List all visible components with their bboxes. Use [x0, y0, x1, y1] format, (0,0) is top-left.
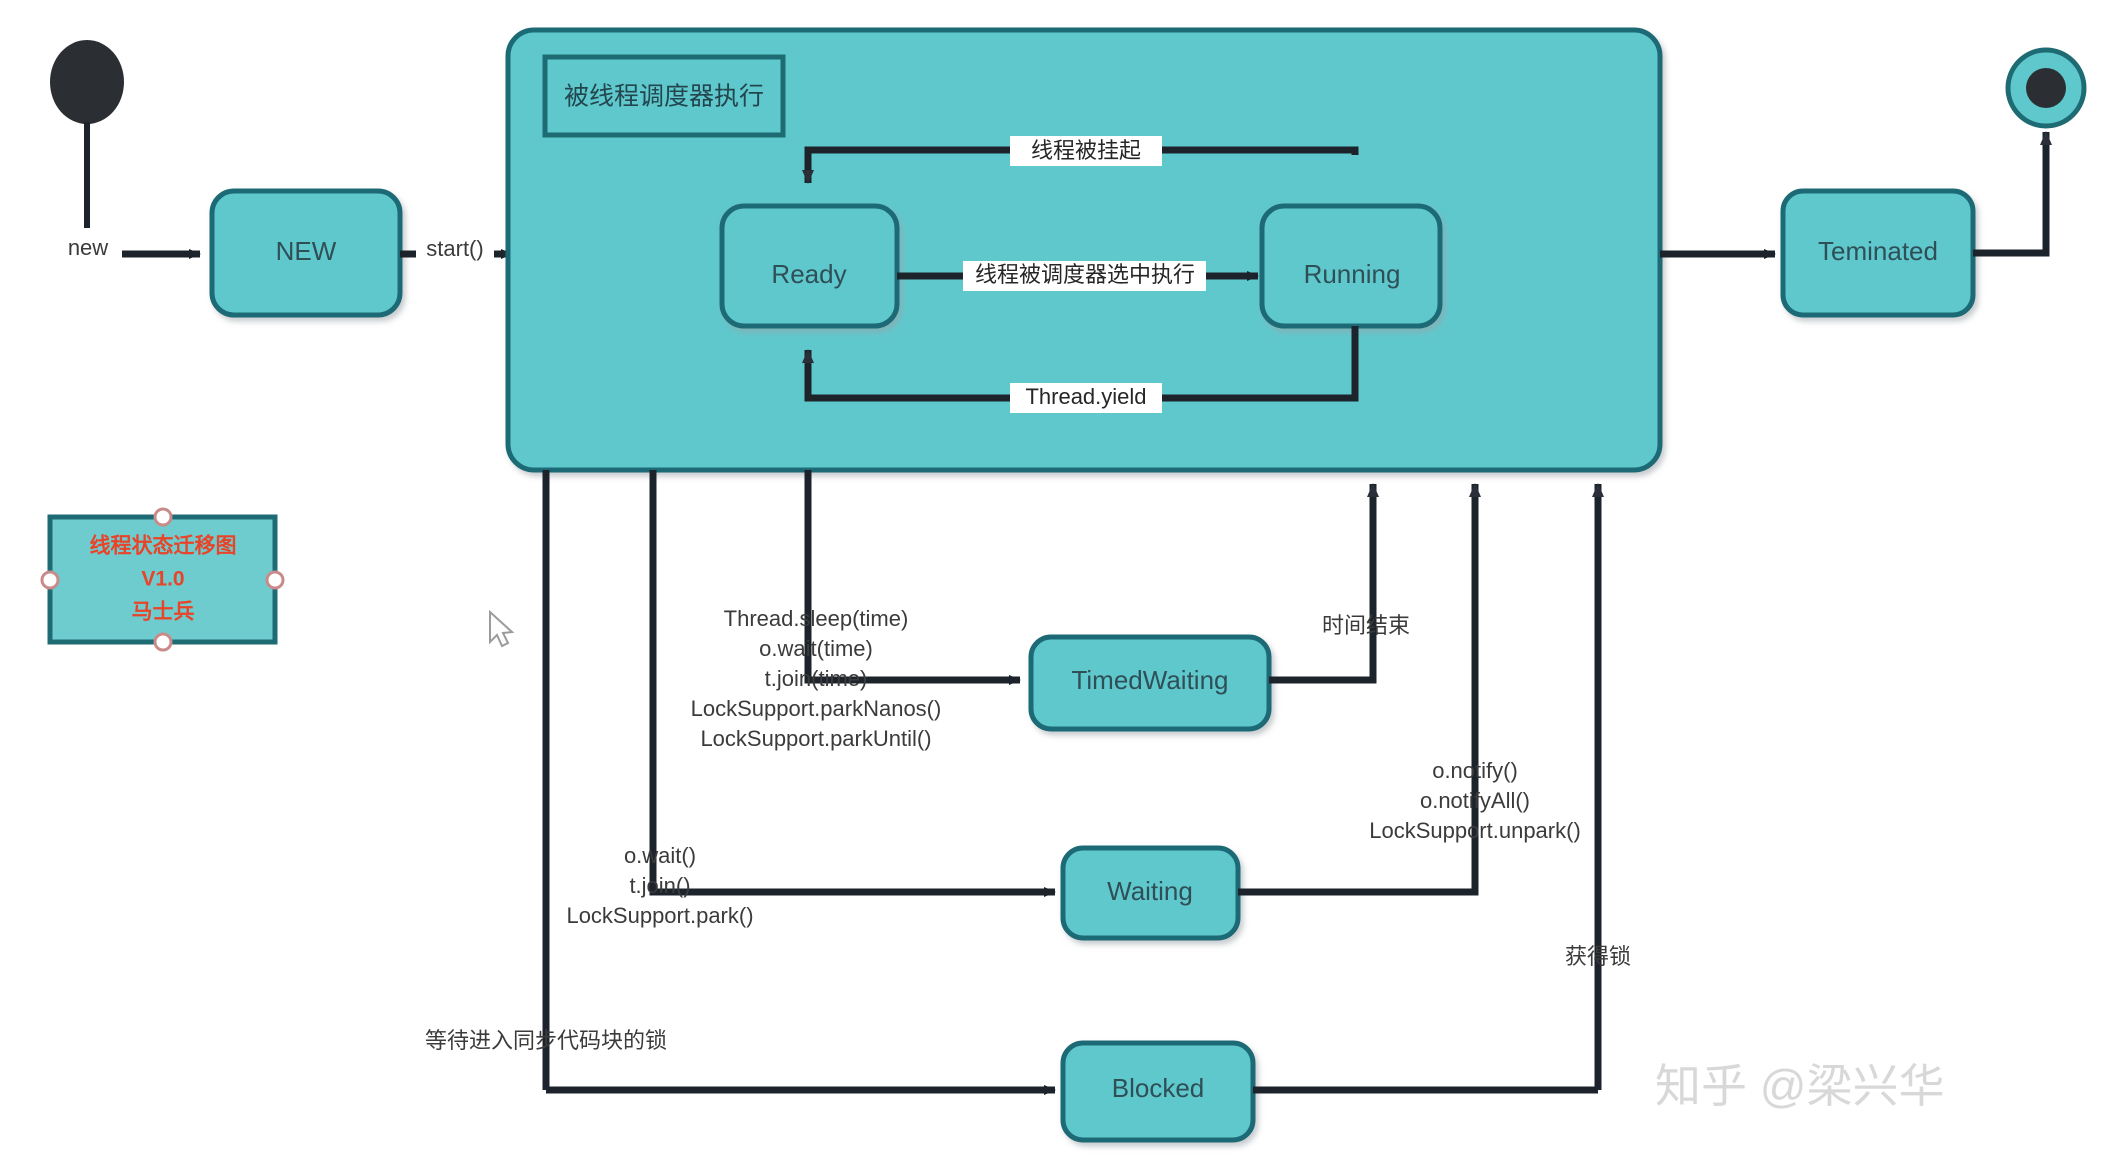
edge-to-blocked: 等待进入同步代码块的锁 [425, 1028, 1056, 1095]
handle-bottom[interactable] [153, 632, 173, 652]
legend-line-1: 线程状态迁移图 [90, 534, 237, 558]
handle-left[interactable] [40, 570, 60, 590]
watermark-label: 知乎 @梁兴华 [1655, 1060, 1944, 1112]
edge-label-suspended: 线程被挂起 [1031, 138, 1141, 163]
notify-call-2: o.notifyAll() [1420, 788, 1530, 813]
edge-new: new [54, 232, 201, 264]
edge-to-waiting [649, 860, 1056, 897]
start-node [50, 40, 124, 228]
timed-waiting-call-1: Thread.sleep(time) [724, 606, 909, 631]
edge-label-time-over: 时间结束 [1322, 613, 1410, 638]
edge-to-end [1973, 131, 2052, 257]
legend-line-2: V1.0 [141, 568, 184, 591]
state-ready-label: Ready [771, 259, 846, 289]
edge-label-start: start() [426, 236, 483, 261]
edge-label-wait-for-lock: 等待进入同步代码块的锁 [425, 1028, 667, 1053]
state-terminated-label: Teminated [1818, 236, 1938, 266]
edge-label-scheduled: 线程被调度器选中执行 [975, 262, 1195, 287]
group-title-box: 被线程调度器执行 [542, 54, 786, 138]
notify-call-3: LockSupport.unpark() [1369, 818, 1581, 843]
state-running-label: Running [1304, 259, 1401, 289]
state-waiting-label: Waiting [1107, 876, 1193, 906]
group-title-label: 被线程调度器执行 [564, 83, 764, 111]
edge-acquire-lock: 获得锁 [1253, 944, 1631, 1094]
timed-waiting-call-2: o.wait(time) [759, 636, 873, 661]
legend-title-box[interactable]: 线程状态迁移图 V1.0 马士兵 [47, 514, 278, 645]
timed-waiting-call-3: t.join(time) [765, 666, 868, 691]
state-new-label: NEW [276, 236, 337, 266]
waiting-call-2: t.join() [629, 873, 690, 898]
handle-right[interactable] [265, 570, 285, 590]
edge-label-yield: Thread.yield [1025, 384, 1146, 409]
mouse-cursor [489, 609, 515, 648]
waiting-call-3: LockSupport.park() [566, 903, 753, 928]
end-node [2005, 47, 2087, 129]
edge-label-new: new [68, 235, 108, 260]
timed-waiting-call-5: LockSupport.parkUntil() [700, 726, 931, 751]
state-blocked-label: Blocked [1112, 1073, 1205, 1103]
edge-start: start() [400, 233, 513, 265]
state-timed-waiting-label: TimedWaiting [1071, 665, 1228, 695]
edge-label-to-waiting: o.wait() t.join() LockSupport.park() [566, 843, 753, 928]
thread-state-diagram: new NEW start() 被线程调度器执行 线程被挂起 Ready 线程被… [0, 0, 2104, 1168]
edge-time-over: 时间结束 [1269, 613, 1410, 684]
waiting-call-1: o.wait() [624, 843, 696, 868]
notify-call-1: o.notify() [1432, 758, 1518, 783]
edge-label-acquire-lock: 获得锁 [1565, 944, 1631, 969]
edge-notify: o.notify() o.notifyAll() LockSupport.unp… [1238, 758, 1581, 896]
diagram-canvas: new NEW start() 被线程调度器执行 线程被挂起 Ready 线程被… [40, 27, 2087, 1143]
legend-line-3: 马士兵 [132, 600, 195, 624]
timed-waiting-call-4: LockSupport.parkNanos() [691, 696, 942, 721]
handle-top[interactable] [153, 507, 173, 527]
